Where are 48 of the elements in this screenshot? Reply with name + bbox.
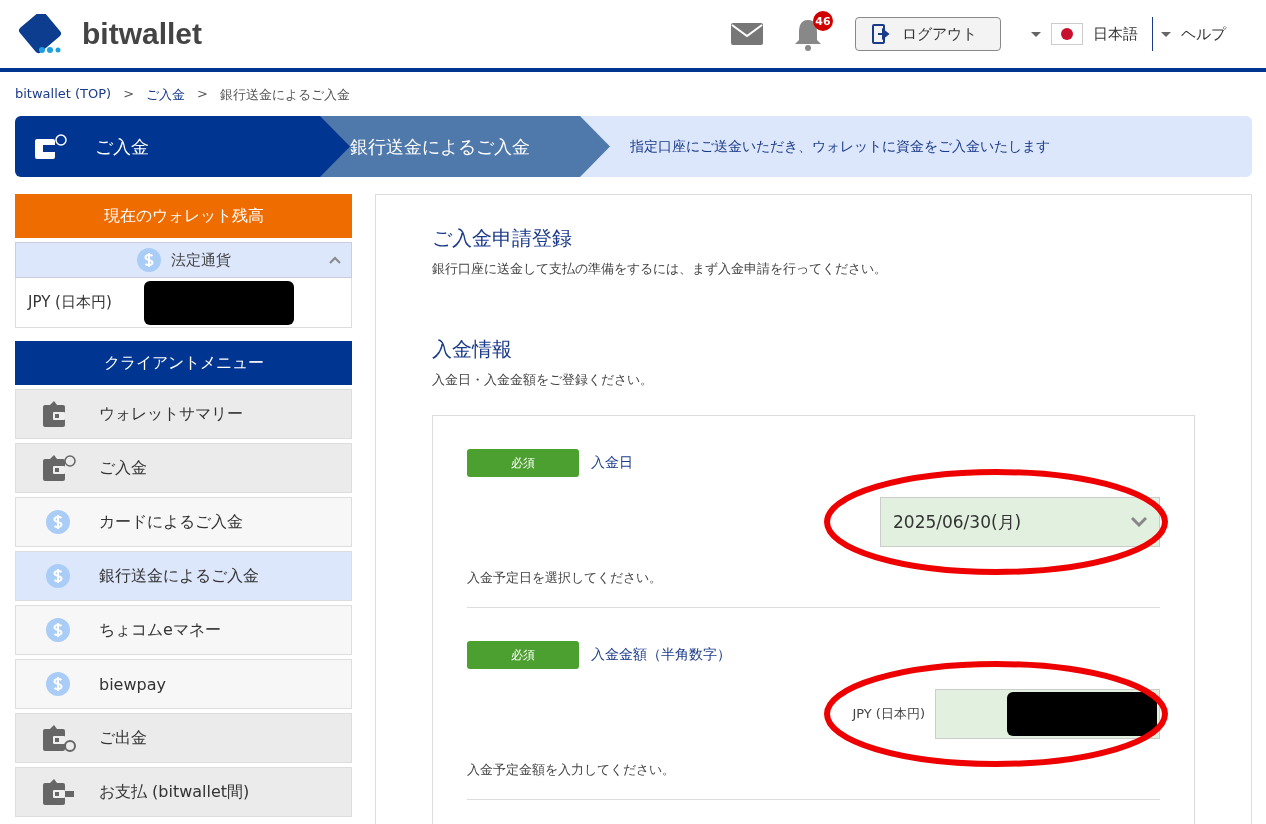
- menu-item[interactable]: お支払 (bitwallet間): [15, 767, 352, 817]
- logout-icon: [872, 24, 890, 44]
- step-description: 指定口座にご送金いただき、ウォレットに資金をご入金いたします: [630, 137, 1050, 156]
- page-subtitle: 銀行口座に送金して支払の準備をするには、まず入金申請を行ってください。: [432, 260, 888, 278]
- page-title: ご入金申請登録: [432, 225, 573, 252]
- currency-label: JPY (日本円): [28, 293, 112, 312]
- amount-field[interactable]: [935, 689, 1160, 739]
- menu-item[interactable]: ご出金: [15, 713, 352, 763]
- wallet-deposit-icon: [33, 132, 67, 161]
- menu-item[interactable]: ウォレットサマリー: [15, 389, 352, 439]
- required-tag: 必須: [467, 641, 579, 669]
- field-hint: 入金予定金額を入力してください。: [467, 761, 676, 779]
- menu-item[interactable]: biewpay: [15, 659, 352, 709]
- field-hint: 入金予定日を選択してください。: [467, 569, 663, 587]
- chevron-icon: [329, 256, 341, 264]
- menu-item[interactable]: ちょコムeマネー: [15, 605, 352, 655]
- field-label: 入金金額（半角数字）: [591, 646, 731, 664]
- required-tag: 必須: [467, 449, 579, 477]
- currency-prefix: JPY (日本円): [852, 705, 925, 723]
- logout-button[interactable]: ログアウト: [855, 17, 1001, 51]
- dollar-coin-icon: [136, 248, 161, 272]
- help-menu[interactable]: ヘルプ: [1153, 24, 1250, 44]
- section-title: 入金情報: [432, 336, 513, 363]
- balance-header: 現在のウォレット残高: [15, 194, 352, 238]
- breadcrumb-text: 銀行送金によるご入金: [220, 86, 350, 104]
- menu-item[interactable]: 銀行送金によるご入金: [15, 551, 352, 601]
- breadcrumb-text: >: [197, 86, 208, 103]
- menu-item[interactable]: カードによるご入金: [15, 497, 352, 547]
- dollar-coin-icon: [45, 510, 70, 534]
- chevron-down-icon: [1131, 517, 1147, 527]
- notification-badge: 46: [813, 11, 833, 31]
- breadcrumb-text: >: [123, 86, 135, 103]
- currency-group-toggle[interactable]: 法定通貨: [15, 242, 352, 278]
- date-select[interactable]: 2025/06/30(月): [880, 497, 1160, 547]
- mail-icon[interactable]: [731, 23, 763, 45]
- language-selector[interactable]: 日本語: [1031, 17, 1153, 51]
- dollar-coin-icon: [45, 618, 70, 642]
- step-label: 銀行送金によるご入金: [350, 134, 530, 159]
- menu-item[interactable]: ご入金: [15, 443, 352, 493]
- dollar-coin-icon: [45, 564, 70, 588]
- section-subtitle: 入金日・入金金額をご登録ください。: [432, 371, 654, 389]
- breadcrumb-link[interactable]: bitwallet (TOP): [15, 86, 112, 116]
- step-label: ご入金: [95, 134, 149, 159]
- menu-header: クライアントメニュー: [15, 341, 352, 385]
- logo-text: bitwallet: [82, 17, 202, 51]
- dollar-coin-icon: [45, 672, 70, 696]
- field-label: 入金日: [591, 454, 633, 472]
- breadcrumb-link[interactable]: ご入金: [146, 86, 186, 116]
